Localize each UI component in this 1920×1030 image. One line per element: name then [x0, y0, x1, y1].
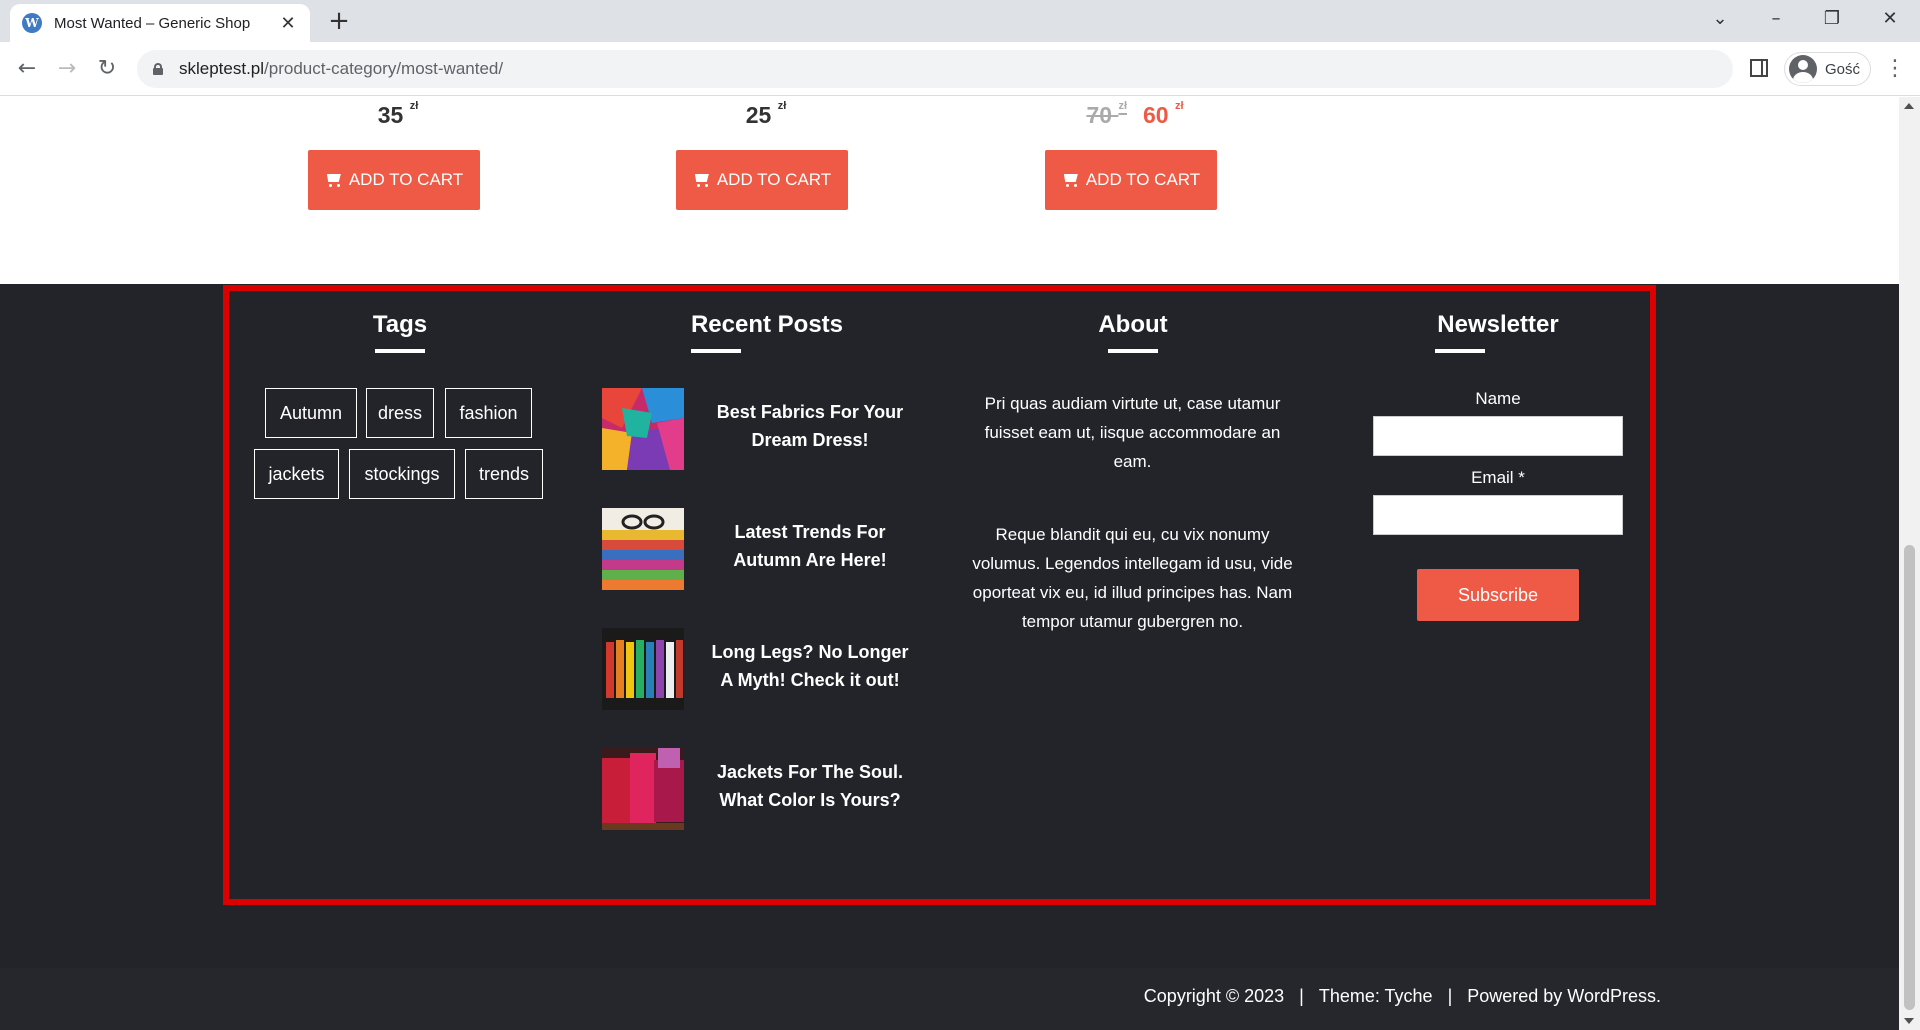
avatar-icon	[1789, 55, 1817, 83]
separator: |	[1447, 986, 1453, 1006]
address-bar[interactable]: skleptest.pl/product-category/most-wante…	[137, 50, 1733, 88]
scroll-up-arrow-icon[interactable]	[1904, 103, 1914, 109]
wordpress-link[interactable]: Powered by WordPress.	[1467, 986, 1661, 1006]
separator: |	[1299, 986, 1304, 1006]
page-viewport: 35 zł ADD TO CART 25 zł ADD TO CART 70 z…	[0, 97, 1899, 1030]
post-thumbnail-image[interactable]	[602, 388, 684, 470]
scrollbar-thumb[interactable]	[1904, 545, 1915, 1010]
title-underline	[375, 349, 425, 353]
add-to-cart-button[interactable]: ADD TO CART	[308, 150, 480, 210]
add-to-cart-button[interactable]: ADD TO CART	[676, 150, 848, 210]
about-widget-header: About	[1083, 311, 1183, 353]
subscribe-button[interactable]: Subscribe	[1417, 569, 1579, 621]
newsletter-title: Newsletter	[1437, 311, 1559, 338]
post-thumbnail-image[interactable]	[602, 628, 684, 710]
tag-link[interactable]: fashion	[445, 388, 532, 438]
recent-post[interactable]: Latest Trends For Autumn Are Here!	[602, 508, 927, 590]
product-old-price: 70 zł	[1086, 100, 1127, 128]
profile-name: Gość	[1825, 60, 1861, 78]
tag-link[interactable]: Autumn	[265, 388, 357, 438]
cart-icon	[1062, 173, 1080, 187]
cart-icon	[325, 173, 343, 187]
lock-icon[interactable]	[153, 63, 163, 75]
restore-icon[interactable]: ❐	[1812, 4, 1852, 34]
product-price: 25 zł	[745, 100, 787, 128]
minimize-icon[interactable]: –	[1756, 4, 1796, 34]
theme-link[interactable]: Theme: Tyche	[1319, 986, 1433, 1006]
about-paragraph: Reque blandit qui eu, cu vix nonumy volu…	[972, 525, 1293, 631]
post-title-link[interactable]: Long Legs? No Longer A Myth! Check it ou…	[710, 638, 910, 694]
post-title-link[interactable]: Latest Trends For Autumn Are Here!	[710, 518, 910, 574]
recent-post[interactable]: Jackets For The Soul. What Color Is Your…	[602, 748, 927, 830]
recent-post[interactable]: Best Fabrics For Your Dream Dress!	[602, 388, 927, 470]
post-title-link[interactable]: Jackets For The Soul. What Color Is Your…	[710, 758, 910, 814]
product-card: 25 zł ADD TO CART	[676, 97, 856, 227]
newsletter-widget-header: Newsletter	[1423, 311, 1573, 353]
product-sale-price: 60 zł	[1143, 100, 1184, 128]
copyright-line: Copyright © 2023 | Theme: Tyche | Powered by…	[1144, 986, 1661, 1007]
tag-link[interactable]: trends	[465, 449, 543, 499]
footer-bottom-bar: Copyright © 2023 | Theme: Tyche | Powered by…	[0, 968, 1899, 1030]
more-menu-icon[interactable]: ⋮	[1880, 54, 1910, 84]
recent-posts-title: Recent Posts	[690, 311, 844, 338]
post-thumbnail-image[interactable]	[602, 748, 684, 830]
recent-posts-header: Recent Posts	[667, 311, 867, 353]
email-label: Email *	[1471, 468, 1525, 487]
site-footer: Tags Autumn dress fashion jackets stocki…	[0, 284, 1899, 1030]
tags-widget-header: Tags	[350, 311, 450, 353]
name-label: Name	[1475, 389, 1521, 408]
tab-search-icon[interactable]: ⌄	[1700, 4, 1740, 34]
browser-tab-bar: W Most Wanted – Generic Shop ✕ + ⌄ – ❐ ✕	[0, 0, 1920, 42]
about-text: Pri quas audiam virtute ut, case utamur …	[965, 389, 1300, 636]
post-thumbnail-image[interactable]	[602, 508, 684, 590]
browser-toolbar: ← → ↻ skleptest.pl/product-category/most…	[0, 42, 1920, 96]
product-card: 35 zł ADD TO CART	[308, 97, 488, 227]
email-input[interactable]	[1373, 495, 1623, 535]
close-tab-icon[interactable]: ✕	[278, 13, 298, 34]
tag-link[interactable]: stockings	[349, 449, 455, 499]
url-text: skleptest.pl/product-category/most-wante…	[179, 59, 504, 78]
post-title-link[interactable]: Best Fabrics For Your Dream Dress!	[710, 398, 910, 454]
title-underline	[1108, 349, 1158, 353]
about-paragraph: Pri quas audiam virtute ut, case utamur …	[984, 394, 1281, 471]
forward-icon[interactable]: →	[52, 54, 82, 84]
recent-post[interactable]: Long Legs? No Longer A Myth! Check it ou…	[602, 628, 927, 710]
reload-icon[interactable]: ↻	[92, 54, 122, 84]
close-window-icon[interactable]: ✕	[1870, 4, 1910, 34]
cart-icon	[693, 173, 711, 187]
browser-tab[interactable]: W Most Wanted – Generic Shop ✕	[10, 4, 310, 42]
tag-link[interactable]: jackets	[254, 449, 339, 499]
about-title: About	[1098, 311, 1168, 338]
product-price: 35 zł	[377, 100, 419, 128]
tag-link[interactable]: dress	[366, 388, 434, 438]
wordpress-icon: W	[22, 13, 42, 33]
side-panel-icon[interactable]	[1750, 59, 1768, 77]
title-underline	[691, 349, 741, 353]
name-input[interactable]	[1373, 416, 1623, 456]
scroll-down-arrow-icon[interactable]	[1904, 1018, 1914, 1024]
new-tab-icon[interactable]: +	[324, 6, 354, 36]
title-underline	[1435, 349, 1485, 353]
product-card: 70 zł 60 zł ADD TO CART	[1045, 97, 1225, 227]
copyright-text: Copyright © 2023	[1143, 986, 1285, 1006]
newsletter-form: Name Email * Subscribe	[1373, 389, 1623, 621]
add-to-cart-button[interactable]: ADD TO CART	[1045, 150, 1217, 210]
tags-title: Tags	[372, 311, 428, 338]
tab-title: Most Wanted – Generic Shop	[54, 14, 251, 32]
page-scrollbar[interactable]	[1899, 97, 1920, 1030]
back-icon[interactable]: ←	[12, 54, 42, 84]
profile-button[interactable]: Gość	[1784, 52, 1872, 86]
